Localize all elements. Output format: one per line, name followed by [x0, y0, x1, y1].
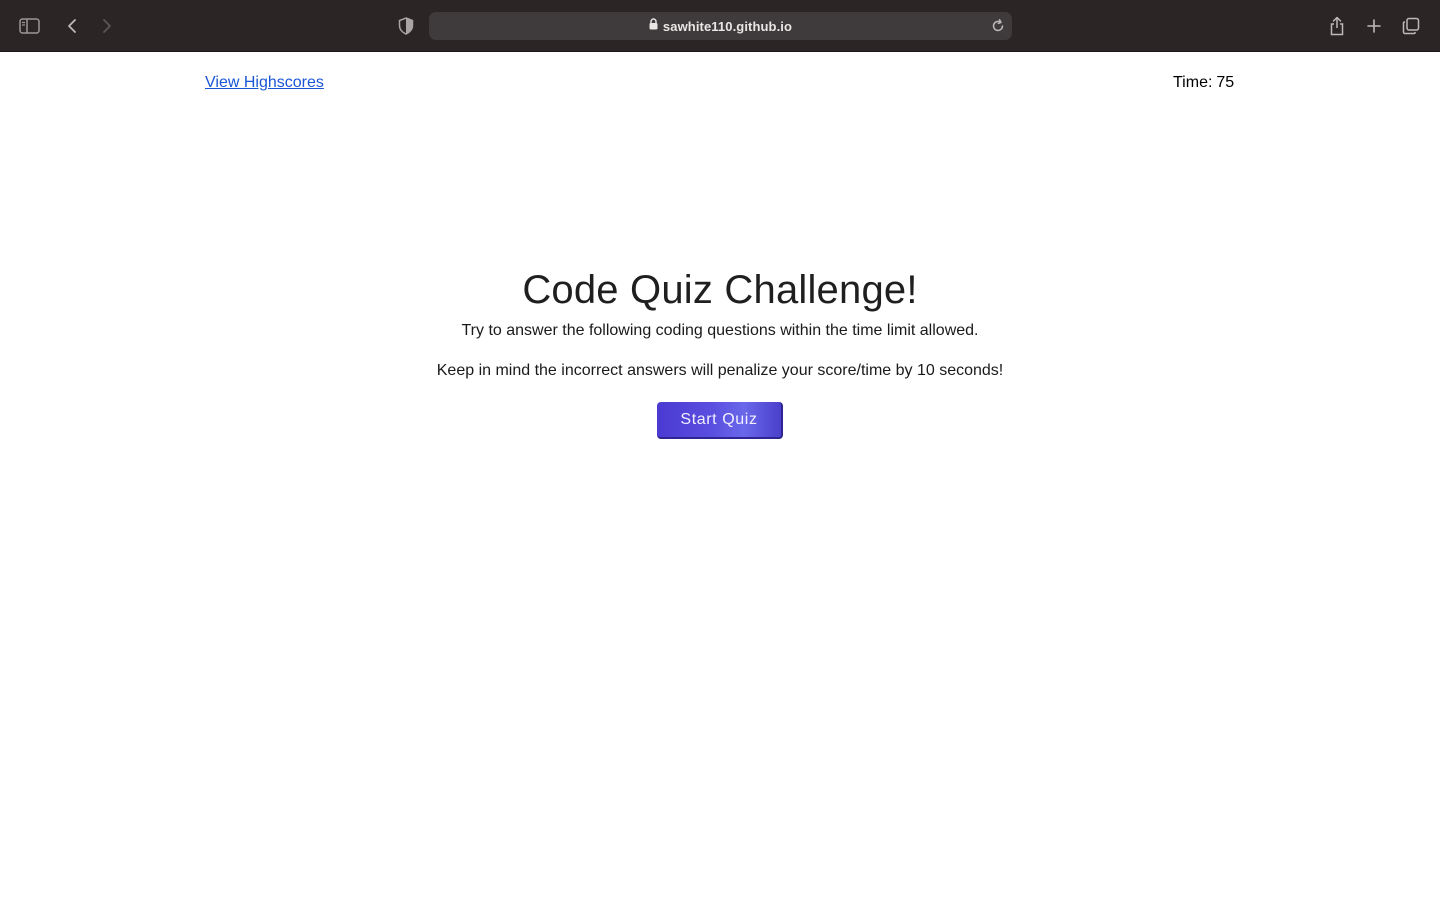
timer: Time: 75 — [1173, 74, 1234, 92]
start-quiz-button[interactable]: Start Quiz — [657, 402, 783, 439]
sidebar-icon[interactable] — [18, 14, 42, 38]
share-icon[interactable] — [1325, 14, 1349, 38]
tabs-overview-icon[interactable] — [1399, 14, 1423, 38]
timer-label: Time: — [1173, 74, 1213, 91]
shield-icon[interactable] — [394, 14, 418, 38]
new-tab-icon[interactable] — [1362, 14, 1386, 38]
quiz-title: Code Quiz Challenge! — [522, 268, 918, 312]
quiz-instructions: Try to answer the following coding quest… — [461, 322, 979, 339]
quiz-penalty-warning: Keep in mind the incorrect answers will … — [436, 362, 1004, 379]
reload-icon[interactable] — [990, 18, 1006, 34]
url-text: sawhite110.github.io — [662, 18, 793, 34]
browser-toolbar: sawhite110.github.io — [0, 0, 1440, 52]
quiz-intro-section: Code Quiz Challenge! Try to answer the f… — [0, 266, 1440, 439]
forward-icon[interactable] — [95, 14, 119, 38]
timer-value: 75 — [1216, 74, 1235, 91]
back-icon[interactable] — [60, 14, 84, 38]
view-highscores-link[interactable]: View Highscores — [205, 74, 324, 92]
lock-icon — [649, 17, 658, 35]
address-bar[interactable]: sawhite110.github.io — [429, 12, 1012, 40]
